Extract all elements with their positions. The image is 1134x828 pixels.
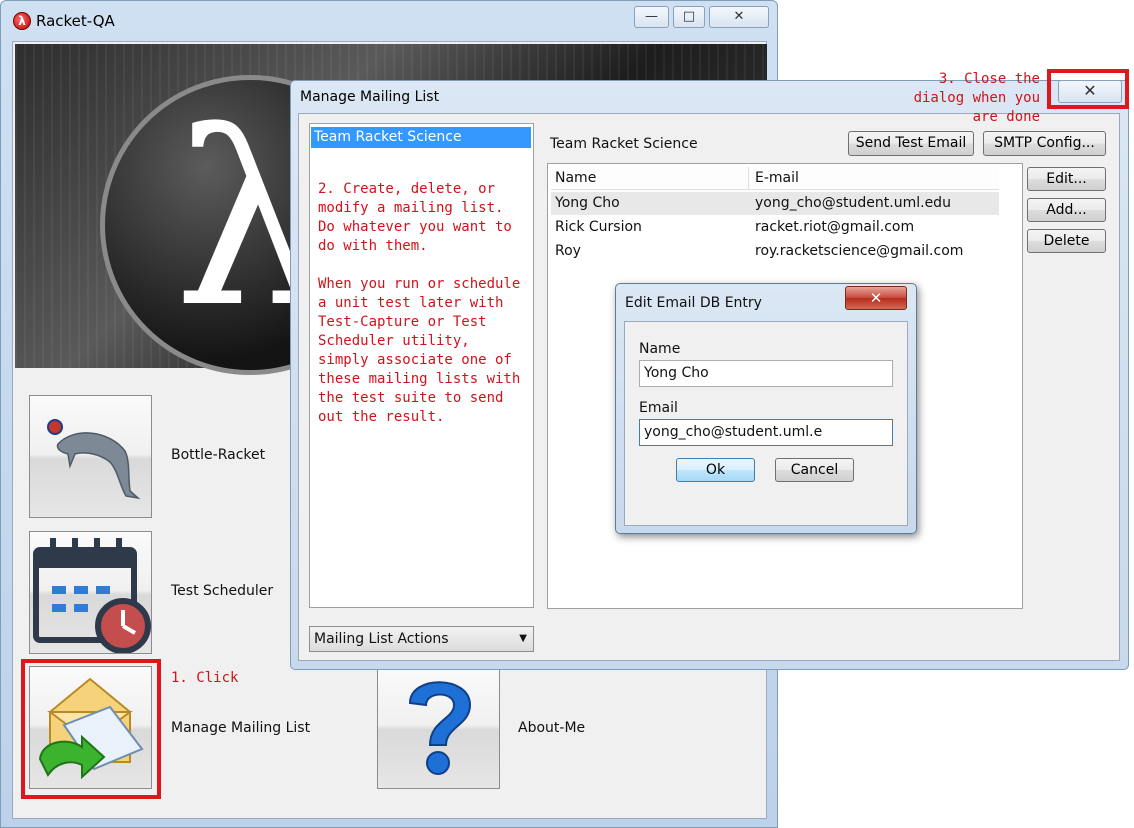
step3-annotation: 3. Close the dialog when you are done — [913, 71, 1040, 125]
name-field-label: Name — [639, 341, 681, 357]
main-close-button[interactable]: ✕ — [709, 6, 769, 28]
dolphin-icon — [47, 419, 141, 500]
edit-dialog-close-button[interactable]: ✕ — [845, 286, 907, 310]
ok-button[interactable]: Ok — [676, 458, 755, 482]
about-me-tile[interactable] — [377, 666, 500, 789]
edit-dialog-title: Edit Email DB Entry — [625, 295, 762, 311]
table-row-name[interactable]: Roy — [555, 243, 581, 259]
table-row-email[interactable]: roy.racketscience@gmail.com — [755, 243, 963, 259]
manage-mailing-list-label: Manage Mailing List — [171, 720, 311, 736]
name-field[interactable]: Yong Cho — [639, 360, 893, 387]
mailing-list-actions-label: Mailing List Actions — [314, 631, 449, 647]
smtp-config-button[interactable]: SMTP Config... — [983, 131, 1106, 156]
minimize-button[interactable]: — — [634, 6, 669, 28]
column-header-name[interactable]: Name — [555, 170, 596, 186]
question-icon — [408, 681, 472, 775]
chevron-down-icon: ▼ — [519, 633, 527, 644]
app-logo-icon: λ — [13, 12, 31, 30]
bottle-racket-tile[interactable] — [29, 395, 152, 518]
email-field-label: Email — [639, 400, 678, 416]
cancel-button[interactable]: Cancel — [775, 458, 854, 482]
about-me-label: About-Me — [518, 720, 586, 736]
step1-annotation: 1. Click — [171, 670, 239, 686]
calendar-clock-icon — [33, 538, 151, 654]
bottle-racket-label: Bottle-Racket — [171, 447, 266, 463]
delete-entry-button[interactable]: Delete — [1027, 229, 1106, 253]
mailing-list-item[interactable]: Team Racket Science — [311, 127, 531, 148]
column-divider — [748, 167, 749, 190]
email-field[interactable]: yong_cho@student.uml.e — [639, 419, 893, 446]
step3-highlight-box — [1047, 69, 1129, 109]
step1-highlight-box — [21, 659, 161, 799]
column-header-email[interactable]: E-mail — [755, 170, 799, 186]
main-window-title: Racket-QA — [36, 12, 115, 30]
add-entry-button[interactable]: Add... — [1027, 198, 1106, 222]
selected-list-title: Team Racket Science — [550, 136, 698, 152]
table-row-email[interactable]: racket.riot@gmail.com — [755, 219, 914, 235]
mailing-list-actions-dropdown[interactable]: Mailing List Actions ▼ — [309, 626, 534, 652]
step2b-annotation: When you run or schedule a unit test lat… — [318, 276, 521, 425]
edit-entry-button[interactable]: Edit... — [1027, 167, 1106, 191]
table-row-email[interactable]: yong_cho@student.uml.edu — [755, 195, 951, 211]
table-row-name[interactable]: Yong Cho — [555, 195, 620, 211]
send-test-email-button[interactable]: Send Test Email — [848, 131, 974, 156]
maximize-button[interactable]: □ — [673, 6, 705, 28]
table-row-name[interactable]: Rick Cursion — [555, 219, 642, 235]
step2-annotation: 2. Create, delete, or modify a mailing l… — [318, 181, 512, 254]
test-scheduler-tile[interactable] — [29, 531, 152, 654]
mailing-dialog-title: Manage Mailing List — [300, 89, 440, 105]
test-scheduler-label: Test Scheduler — [171, 583, 274, 599]
